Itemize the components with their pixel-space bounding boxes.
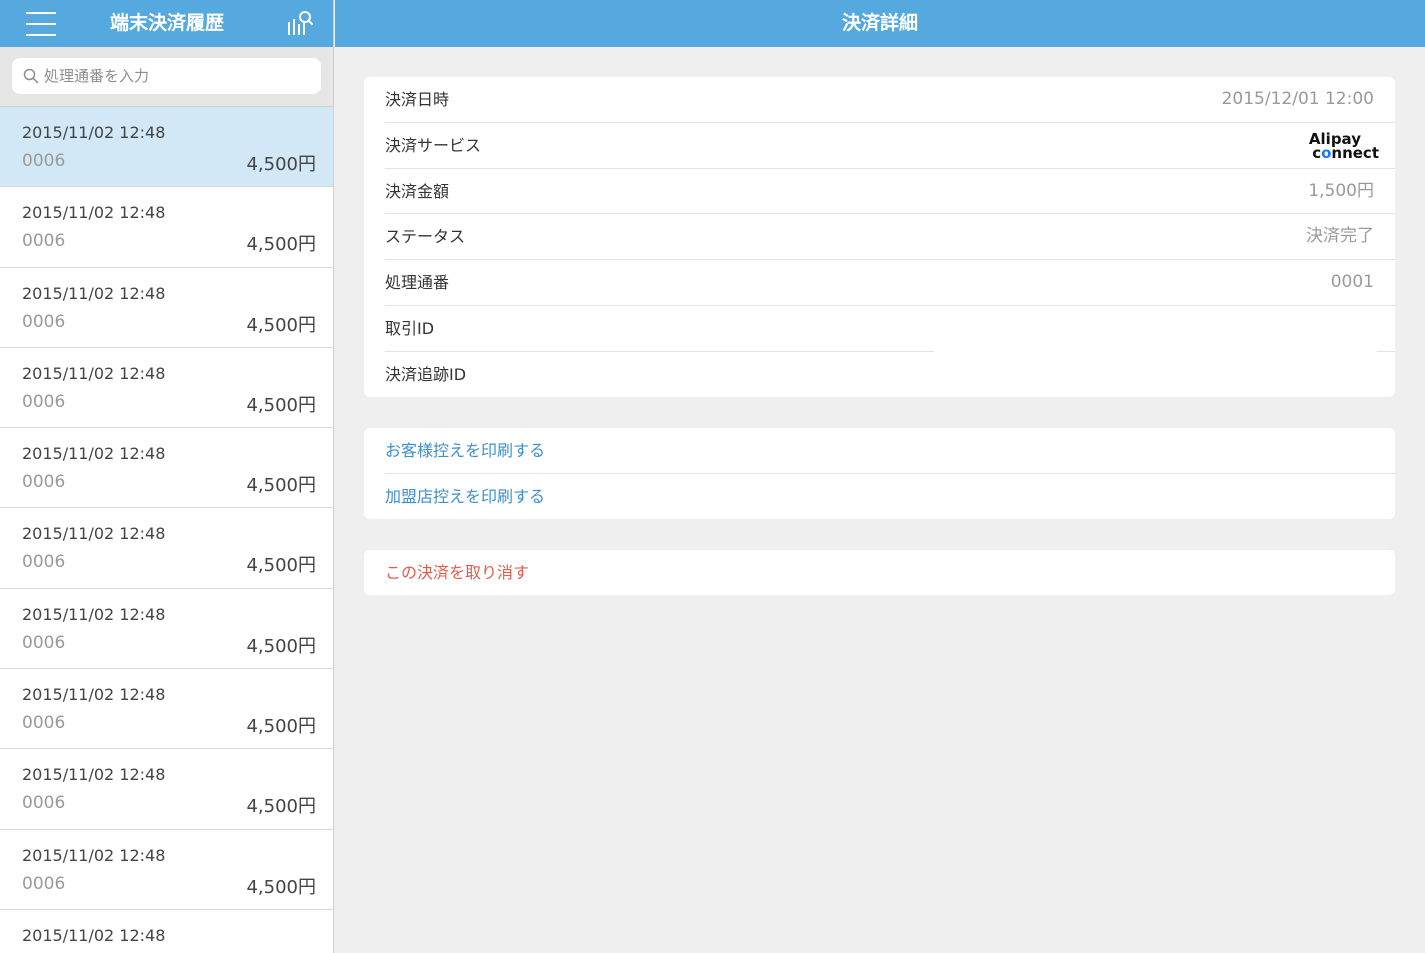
cancel-payment-button[interactable]: この決済を取り消す <box>364 550 1395 595</box>
history-item-amount: 4,500円 <box>246 314 316 336</box>
detail-header: 決済詳細 <box>335 0 1425 47</box>
history-list-item[interactable]: 2015/11/02 12:48 0006 4,500円 <box>0 347 333 429</box>
payment-details-card: 決済日時 2015/12/01 12:00 決済サービス Alipay conn… <box>364 77 1395 397</box>
detail-title: 決済詳細 <box>841 12 918 34</box>
history-item-code: 0006 <box>22 391 66 412</box>
history-list-item[interactable]: 2015/11/02 12:48 0006 4,500円 <box>0 187 333 268</box>
amount-row: 決済金額 1,500円 <box>364 169 1395 215</box>
sequence-value: 0001 <box>1330 272 1374 293</box>
search-bar <box>0 47 333 107</box>
transaction-id-row: 取引ID <box>364 306 1395 352</box>
history-item-date: 2015/11/02 12:48 <box>22 444 166 464</box>
history-item-amount: 4,500円 <box>246 154 316 175</box>
history-item-date: 2015/11/02 12:48 <box>22 363 166 383</box>
history-item-amount: 4,500円 <box>246 234 316 256</box>
history-item-date: 2015/11/02 12:48 <box>22 845 166 865</box>
history-list-item[interactable]: 2015/11/02 12:48 0006 4,500円 <box>0 669 333 750</box>
alipay-connect-logo: Alipay connect <box>1309 131 1379 161</box>
history-list-item[interactable]: 2015/11/02 12:48 0006 4,500円 <box>0 508 333 589</box>
history-item-date: 2015/11/02 12:48 <box>22 283 166 303</box>
print-customer-copy-label: お客様控えを印刷する <box>385 441 546 460</box>
history-item-amount: 4,500円 <box>246 394 316 416</box>
history-item-code: 0006 <box>22 713 66 734</box>
history-item-code: 0006 <box>22 873 66 894</box>
transaction-id-label: 取引ID <box>385 318 435 338</box>
history-item-date: 2015/11/02 12:48 <box>22 765 166 785</box>
service-label: 決済サービス <box>385 135 482 155</box>
history-title: 端末決済履歴 <box>109 12 224 34</box>
history-item-code: 0006 <box>22 632 66 653</box>
history-item-code: 0006 <box>22 231 66 252</box>
history-panel: 端末決済履歴 処理通番を入力 2015/11/02 12:48 0006 4,5… <box>0 0 334 953</box>
history-list-item[interactable]: 2015/11/02 12:48 0006 4,500円 <box>0 107 333 188</box>
sequence-label: 処理通番 <box>385 273 450 293</box>
print-merchant-copy-label: 加盟店控えを印刷する <box>385 486 546 506</box>
history-list-item[interactable]: 2015/11/02 12:48 <box>0 909 333 953</box>
history-item-code: 0006 <box>22 472 66 493</box>
history-item-amount: 4,500円 <box>246 475 316 497</box>
history-item-amount: 4,500円 <box>246 716 316 738</box>
history-item-amount: 4,500円 <box>246 796 316 818</box>
status-label: ステータス <box>385 227 466 247</box>
print-actions-card: お客様控えを印刷する 加盟店控えを印刷する <box>364 428 1395 519</box>
sequence-row: 処理通番 0001 <box>364 260 1395 306</box>
history-list-item[interactable]: 2015/11/02 12:48 0006 4,500円 <box>0 829 333 910</box>
history-item-code: 0006 <box>22 311 66 332</box>
search-input[interactable] <box>44 58 314 94</box>
history-item-date: 2015/11/02 12:48 <box>22 925 166 945</box>
history-item-date: 2015/11/02 12:48 <box>22 203 166 223</box>
history-list: 2015/11/02 12:48 0006 4,500円 2015/11/02 12:… <box>0 107 333 953</box>
cancel-payment-label: この決済を取り消す <box>385 563 530 582</box>
tracking-id-label: 決済追跡ID <box>385 364 467 384</box>
datetime-value: 2015/12/01 12:00 <box>1221 89 1374 109</box>
service-row: 決済サービス Alipay connect <box>364 123 1395 169</box>
history-list-item[interactable]: 2015/11/02 12:48 0006 4,500円 <box>0 588 333 670</box>
history-item-date: 2015/11/02 12:48 <box>22 123 166 142</box>
print-merchant-copy-button[interactable]: 加盟店控えを印刷する <box>364 474 1395 520</box>
search-box[interactable] <box>12 58 321 94</box>
print-customer-copy-button[interactable]: お客様控えを印刷する <box>364 428 1395 474</box>
alipay-logo-line2: connect <box>1312 143 1379 162</box>
datetime-row: 決済日時 2015/12/01 12:00 <box>364 77 1395 123</box>
history-item-amount: 4,500円 <box>246 555 316 577</box>
history-item-date: 2015/11/02 12:48 <box>22 685 166 705</box>
history-item-date: 2015/11/02 12:48 <box>22 524 166 544</box>
amount-value: 1,500円 <box>1308 180 1374 201</box>
tracking-id-row: 決済追跡ID <box>364 352 1395 397</box>
history-list-item[interactable]: 2015/11/02 12:48 0006 4,500円 <box>0 749 333 830</box>
datetime-label: 決済日時 <box>385 90 450 109</box>
history-list-item[interactable]: 2015/11/02 12:48 0006 4,500円 <box>0 428 333 509</box>
search-filter-icon[interactable] <box>284 10 318 38</box>
amount-label: 決済金額 <box>385 181 450 201</box>
cancel-card: この決済を取り消す <box>364 550 1395 595</box>
history-item-code: 0006 <box>22 151 66 171</box>
history-item-code: 0006 <box>22 552 66 573</box>
history-item-code: 0006 <box>22 793 66 814</box>
history-header: 端末決済履歴 <box>0 0 333 47</box>
status-value: 決済完了 <box>1306 226 1374 247</box>
status-row: ステータス 決済完了 <box>364 214 1395 260</box>
hamburger-menu-icon[interactable] <box>26 12 56 36</box>
search-icon <box>23 68 39 84</box>
history-item-amount: 4,500円 <box>246 635 316 657</box>
history-item-amount: 4,500円 <box>246 876 316 898</box>
history-list-item[interactable]: 2015/11/02 12:48 0006 4,500円 <box>0 267 333 348</box>
history-item-date: 2015/11/02 12:48 <box>22 604 166 624</box>
app: 端末決済履歴 処理通番を入力 2015/11/02 12:48 0006 4,5… <box>0 0 1425 953</box>
